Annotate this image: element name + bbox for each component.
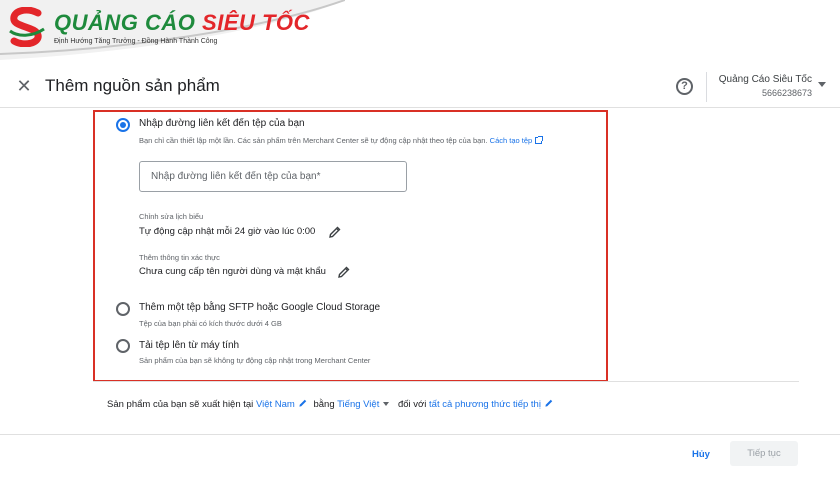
cancel-button[interactable]: Hủy	[685, 445, 717, 463]
method-prefix: đối với	[397, 399, 427, 410]
radio-option-link[interactable]	[116, 118, 130, 132]
footer-divider	[0, 434, 840, 435]
language-dropdown-chevron-icon[interactable]	[383, 402, 390, 406]
language-link[interactable]: Tiếng Việt	[337, 399, 379, 410]
edit-country-pencil-icon[interactable]	[298, 398, 308, 408]
account-id: 5666238673	[761, 88, 812, 98]
header-divider	[706, 72, 707, 102]
radio-option-sftp[interactable]	[116, 302, 130, 316]
option-sftp-label[interactable]: Thêm một tệp bằng SFTP hoặc Google Cloud…	[139, 302, 380, 313]
edit-schedule-pencil-icon[interactable]	[328, 225, 342, 239]
credentials-value: Chưa cung cấp tên người dùng và mật khẩu	[139, 266, 326, 277]
page-header: ✕ Thêm nguồn sản phẩm ? Quảng Cáo Siêu T…	[0, 62, 840, 108]
section-divider	[93, 381, 799, 382]
schedule-value: Tự động cập nhật mỗi 24 giờ vào lúc 0:00	[139, 226, 316, 237]
country-link[interactable]: Việt Nam	[256, 399, 295, 410]
help-icon[interactable]: ?	[676, 78, 693, 95]
file-url-input[interactable]	[139, 161, 407, 192]
language-prefix: bằng	[313, 399, 335, 410]
continue-button[interactable]: Tiếp tục	[730, 441, 798, 466]
close-icon[interactable]: ✕	[14, 76, 34, 96]
option-link-label[interactable]: Nhập đường liên kết đến tệp của bạn	[139, 118, 305, 129]
option-link-description: Bạn chỉ cần thiết lập một lần. Các sản p…	[139, 136, 544, 145]
schedule-caption: Chỉnh sửa lịch biểu	[139, 212, 204, 221]
logo-s-icon	[9, 7, 45, 47]
edit-method-pencil-icon[interactable]	[544, 398, 554, 408]
option-upload-label[interactable]: Tải tệp lên từ máy tính	[139, 340, 239, 351]
account-dropdown-chevron-icon[interactable]	[818, 82, 826, 87]
option-link-desc-text: Bạn chỉ cần thiết lập một lần. Các sản p…	[139, 136, 488, 145]
option-upload-description: Sản phẩm của bạn sẽ không tự động cập nh…	[139, 356, 371, 365]
edit-credentials-pencil-icon[interactable]	[337, 265, 351, 279]
logo-title-green: QUẢNG CÁO	[54, 10, 196, 35]
logo-title-red: SIÊU TỐC	[202, 10, 310, 35]
appear-prefix: Sản phẩm của bạn sẽ xuất hiện tại	[107, 399, 254, 410]
account-name[interactable]: Quảng Cáo Siêu Tốc	[719, 74, 812, 85]
radio-option-upload[interactable]	[116, 339, 130, 353]
how-to-create-file-link[interactable]: Cách tạo tệp	[490, 136, 533, 145]
credentials-caption: Thêm thông tin xác thực	[139, 253, 220, 262]
option-sftp-description: Tệp của bạn phải có kích thước dưới 4 GB	[139, 319, 282, 328]
logo-title: QUẢNG CÁO SIÊU TỐC	[54, 10, 310, 36]
product-appearance-line: Sản phẩm của bạn sẽ xuất hiện tại Việt N…	[107, 398, 557, 410]
brand-logo-banner: QUẢNG CÁO SIÊU TỐC Định Hướng Tăng Trưởn…	[0, 0, 345, 62]
external-link-icon	[535, 136, 544, 144]
logo-tagline: Định Hướng Tăng Trưởng - Đồng Hành Thành…	[54, 38, 218, 45]
page-title: Thêm nguồn sản phẩm	[45, 76, 220, 95]
marketing-method-link[interactable]: tất cả phương thức tiếp thị	[429, 399, 541, 410]
